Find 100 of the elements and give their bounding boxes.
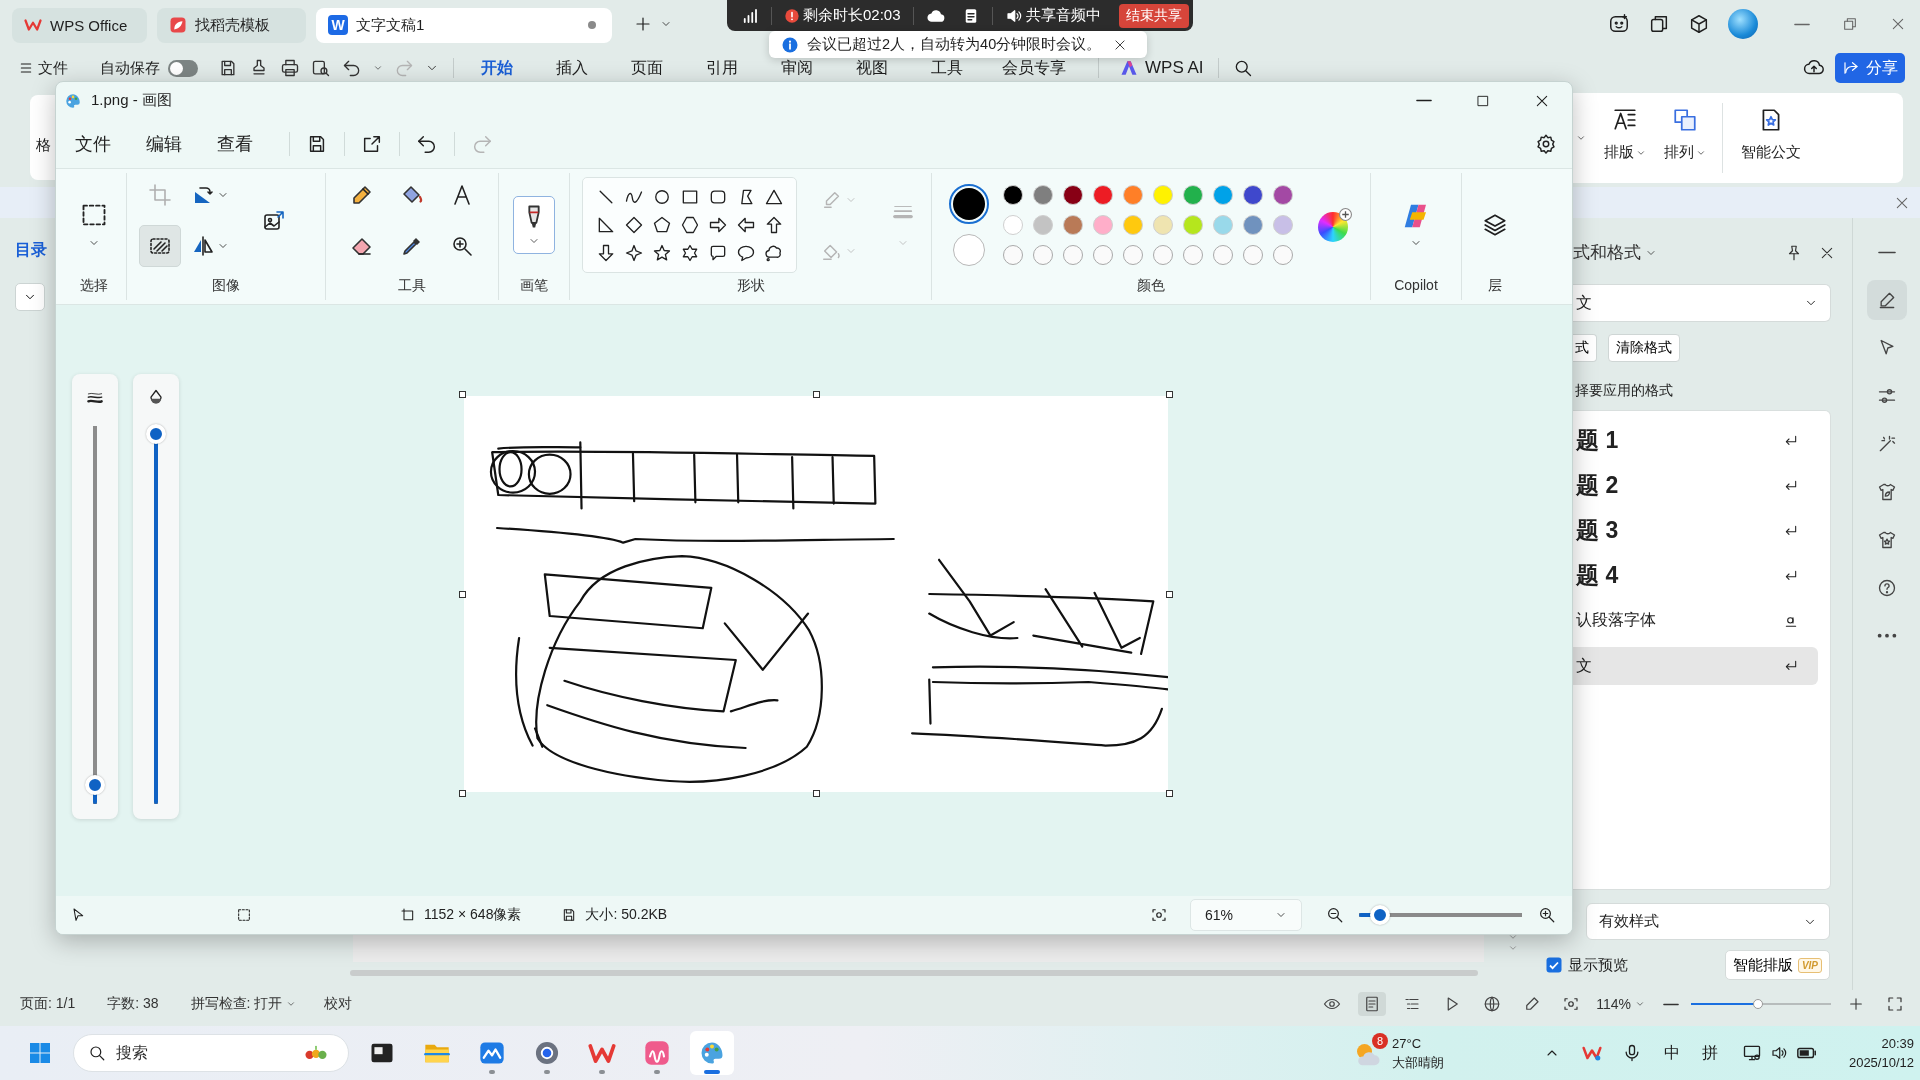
empty-color-slot[interactable] xyxy=(1033,245,1053,265)
color-swatch[interactable] xyxy=(1213,215,1233,235)
menu-icon[interactable] xyxy=(18,60,34,76)
menu-item[interactable]: 查看 xyxy=(217,131,253,156)
slider-thumb[interactable] xyxy=(1753,999,1764,1009)
color-swatch[interactable] xyxy=(1123,215,1143,235)
style-dropdown[interactable]: 文 xyxy=(1573,284,1831,322)
clock-date[interactable]: 2025/10/12 xyxy=(1848,1053,1914,1072)
color-swatch[interactable] xyxy=(1243,215,1263,235)
empty-color-slot[interactable] xyxy=(1123,245,1143,265)
windows-logo-icon[interactable] xyxy=(28,1041,52,1065)
right-arrow-shape-icon[interactable] xyxy=(708,215,728,235)
hexagon-shape-icon[interactable] xyxy=(680,215,700,235)
signal-bars-icon[interactable] xyxy=(741,6,759,25)
new-tab-icon[interactable] xyxy=(634,15,652,33)
style-item[interactable]: 题 1 xyxy=(1573,418,1818,463)
color-swatch[interactable] xyxy=(1273,215,1293,235)
resize-handle[interactable] xyxy=(813,391,820,398)
ribbon-tab[interactable]: 工具 xyxy=(909,57,984,79)
document-tab[interactable]: W 文字文稿1 xyxy=(316,7,612,43)
color-swatch[interactable] xyxy=(1153,215,1173,235)
right-triangle-shape-icon[interactable] xyxy=(596,215,616,235)
settings-icon[interactable] xyxy=(1535,132,1557,155)
brush-button[interactable] xyxy=(513,196,555,254)
pen-button[interactable] xyxy=(1866,280,1907,320)
style-button[interactable]: 式 xyxy=(1573,334,1597,362)
resize-handle[interactable] xyxy=(1166,591,1173,598)
cube-icon[interactable] xyxy=(1688,13,1710,35)
ribbon-button[interactable]: 排版 xyxy=(1604,107,1646,162)
active-color-swatch[interactable] xyxy=(953,234,985,266)
color-swatch[interactable] xyxy=(1063,215,1083,235)
style-item[interactable]: 题 4 xyxy=(1573,553,1818,598)
copy-windows-icon[interactable] xyxy=(1648,13,1670,35)
ribbon-button[interactable]: 排列 xyxy=(1664,107,1706,162)
print-preview-icon[interactable] xyxy=(311,58,331,78)
resize-handle[interactable] xyxy=(459,591,466,598)
avatar-icon[interactable] xyxy=(1728,9,1758,39)
color-swatch[interactable] xyxy=(1093,215,1113,235)
color-swatch[interactable] xyxy=(1093,185,1113,205)
proofread-button[interactable]: 校对 xyxy=(324,995,353,1013)
color-swatch[interactable] xyxy=(1183,215,1203,235)
cloud-callout-shape-icon[interactable] xyxy=(764,243,784,263)
caret-icon[interactable] xyxy=(373,63,383,73)
checkbox[interactable] xyxy=(1546,957,1562,973)
empty-color-slot[interactable] xyxy=(1093,245,1113,265)
search-input[interactable]: 搜索 xyxy=(116,1044,284,1062)
fit-to-window-icon[interactable] xyxy=(1150,906,1168,924)
speaker-icon[interactable] xyxy=(1770,1044,1788,1062)
zoom-in-icon[interactable] xyxy=(1538,906,1556,924)
rect-callout-shape-icon[interactable] xyxy=(708,243,728,263)
layers-icon[interactable] xyxy=(1482,212,1508,238)
printer-icon[interactable] xyxy=(280,58,300,78)
style-item[interactable]: 题 3 xyxy=(1573,508,1818,553)
ribbon-tab[interactable]: 视图 xyxy=(834,57,909,79)
restore-icon[interactable] xyxy=(1842,16,1858,32)
ribbon-tab[interactable]: 开始 xyxy=(459,57,534,79)
color-swatch[interactable] xyxy=(1033,185,1053,205)
active-color-swatch[interactable] xyxy=(949,184,989,224)
drawing-canvas[interactable] xyxy=(464,396,1168,792)
color-swatch[interactable] xyxy=(1123,185,1143,205)
empty-color-slot[interactable] xyxy=(1063,245,1083,265)
pentagon-shape-icon[interactable] xyxy=(652,215,672,235)
fullscreen-icon[interactable] xyxy=(1886,995,1904,1013)
zoom-level[interactable]: 114% xyxy=(1596,996,1631,1012)
undo-icon[interactable] xyxy=(342,58,362,78)
triangle-shape-icon[interactable] xyxy=(764,187,784,207)
zoom-dropdown[interactable]: 61% xyxy=(1190,899,1302,931)
close-icon[interactable] xyxy=(1113,37,1128,52)
style-item[interactable]: 文 xyxy=(1573,647,1818,685)
six-star-shape-icon[interactable] xyxy=(680,243,700,263)
color-swatch[interactable] xyxy=(1003,215,1023,235)
input-mode[interactable]: 拼 xyxy=(1702,1042,1718,1064)
ai-menu[interactable]: WPS AI xyxy=(1145,58,1204,78)
zoom-out-icon[interactable] xyxy=(1663,1002,1679,1006)
sticker-face-icon[interactable] xyxy=(1608,13,1630,35)
diamond-shape-icon[interactable] xyxy=(624,215,644,235)
file-menu[interactable]: 文件 xyxy=(38,58,68,78)
empty-color-slot[interactable] xyxy=(1243,245,1263,265)
resize-handle[interactable] xyxy=(1166,391,1173,398)
style-item[interactable]: 题 2 xyxy=(1573,463,1818,508)
four-star-shape-icon[interactable] xyxy=(624,243,644,263)
color-swatch[interactable] xyxy=(1063,185,1083,205)
ribbon-tab[interactable]: 插入 xyxy=(534,57,609,79)
caret-icon[interactable] xyxy=(286,999,297,1009)
oval-shape-icon[interactable] xyxy=(652,187,672,207)
caret-icon[interactable] xyxy=(1635,999,1645,1009)
down-arrow-shape-icon[interactable] xyxy=(596,243,616,263)
document-tab[interactable]: WPS Office xyxy=(12,7,147,43)
monitor-icon[interactable] xyxy=(1742,1043,1762,1063)
color-swatch[interactable] xyxy=(1273,185,1293,205)
filter-dropdown[interactable]: 有效样式 xyxy=(1586,903,1830,940)
end-sharing-button[interactable]: 结束共享 xyxy=(1119,3,1189,28)
ai-logo-icon[interactable] xyxy=(1119,58,1139,78)
caret-icon[interactable] xyxy=(1576,133,1586,143)
audio-sharing-status[interactable]: 共享音频中 xyxy=(1025,6,1101,25)
menu-item[interactable]: 文件 xyxy=(75,131,111,156)
spell-check-menu[interactable]: 拼写检查: 打开 xyxy=(190,995,283,1013)
fit-page-icon[interactable] xyxy=(1562,995,1581,1013)
resize-handle[interactable] xyxy=(459,790,466,797)
empty-color-slot[interactable] xyxy=(1213,245,1233,265)
